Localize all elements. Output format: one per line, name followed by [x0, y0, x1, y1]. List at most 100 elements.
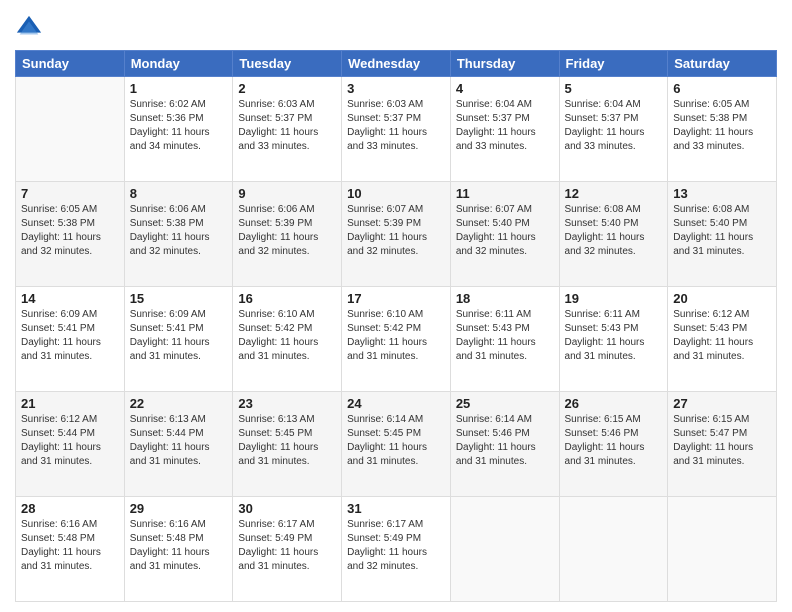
calendar-cell: 4Sunrise: 6:04 AM Sunset: 5:37 PM Daylig… [450, 77, 559, 182]
day-info: Sunrise: 6:08 AM Sunset: 5:40 PM Dayligh… [673, 203, 771, 259]
calendar-header-tuesday: Tuesday [233, 51, 342, 77]
day-number: 29 [130, 501, 228, 516]
day-number: 11 [456, 186, 554, 201]
day-number: 7 [21, 186, 119, 201]
day-info: Sunrise: 6:06 AM Sunset: 5:38 PM Dayligh… [130, 203, 228, 259]
calendar-cell: 5 Sunrise: 6:04 AM Sunset: 5:37 PM Daylig… [559, 77, 668, 182]
day-info: Sunrise: 6:11 AM Sunset: 5:43 PM Dayligh… [456, 308, 554, 364]
calendar-cell: 1 Sunrise: 6:02 AM Sunset: 5:36 PM Daylig… [124, 77, 233, 182]
day-info: Sunrise: 6:16 AM Sunset: 5:48 PM Dayligh… [130, 518, 228, 574]
day-number: 25 [456, 396, 554, 411]
day-info: Sunrise: 6:14 AM Sunset: 5:46 PM Dayligh… [456, 413, 554, 469]
calendar-cell: 23 Sunrise: 6:13 AM Sunset: 5:45 PM Dayli… [233, 392, 342, 497]
calendar-header-row: SundayMondayTuesdayWednesdayThursdayFrid… [16, 51, 777, 77]
day-number: 24 [347, 396, 445, 411]
day-number: 6 [673, 81, 771, 96]
calendar-cell: 12 Sunrise: 6:08 AM Sunset: 5:40 PM Dayli… [559, 182, 668, 287]
day-info: Sunrise: 6:03 AM Sunset: 5:37 PM Dayligh… [238, 98, 336, 154]
calendar-table: SundayMondayTuesdayWednesdayThursdayFrid… [15, 50, 777, 602]
day-info: Sunrise: 6:05 AM Sunset: 5:38 PM Dayligh… [673, 98, 771, 154]
calendar-header-thursday: Thursday [450, 51, 559, 77]
day-info: Sunrise: 6:07 AM Sunset: 5:39 PM Dayligh… [347, 203, 445, 259]
day-number: 16 [238, 291, 336, 306]
day-number: 10 [347, 186, 445, 201]
calendar-cell: 25 Sunrise: 6:14 AM Sunset: 5:46 PM Dayli… [450, 392, 559, 497]
day-info: Sunrise: 6:12 AM Sunset: 5:43 PM Dayligh… [673, 308, 771, 364]
day-number: 20 [673, 291, 771, 306]
calendar-cell: 8 Sunrise: 6:06 AM Sunset: 5:38 PM Daylig… [124, 182, 233, 287]
calendar-cell [450, 497, 559, 602]
calendar-header-monday: Monday [124, 51, 233, 77]
calendar-cell: 29 Sunrise: 6:16 AM Sunset: 5:48 PM Dayli… [124, 497, 233, 602]
calendar-week-row: 14 Sunrise: 6:09 AM Sunset: 5:41 PM Dayli… [16, 287, 777, 392]
calendar-week-row: 1 Sunrise: 6:02 AM Sunset: 5:36 PM Daylig… [16, 77, 777, 182]
calendar-cell: 31 Sunrise: 6:17 AM Sunset: 5:49 PM Dayli… [342, 497, 451, 602]
day-info: Sunrise: 6:06 AM Sunset: 5:39 PM Dayligh… [238, 203, 336, 259]
day-info: Sunrise: 6:05 AM Sunset: 5:38 PM Dayligh… [21, 203, 119, 259]
day-info: Sunrise: 6:17 AM Sunset: 5:49 PM Dayligh… [347, 518, 445, 574]
calendar-cell: 22 Sunrise: 6:13 AM Sunset: 5:44 PM Dayli… [124, 392, 233, 497]
day-number: 8 [130, 186, 228, 201]
calendar-header-sunday: Sunday [16, 51, 125, 77]
day-number: 5 [565, 81, 663, 96]
day-number: 23 [238, 396, 336, 411]
day-info: Sunrise: 6:09 AM Sunset: 5:41 PM Dayligh… [130, 308, 228, 364]
day-number: 17 [347, 291, 445, 306]
day-number: 14 [21, 291, 119, 306]
day-info: Sunrise: 6:13 AM Sunset: 5:44 PM Dayligh… [130, 413, 228, 469]
calendar-week-row: 28Sunrise: 6:16 AM Sunset: 5:48 PM Dayli… [16, 497, 777, 602]
calendar-cell [16, 77, 125, 182]
calendar-cell: 24 Sunrise: 6:14 AM Sunset: 5:45 PM Dayli… [342, 392, 451, 497]
calendar-cell: 20 Sunrise: 6:12 AM Sunset: 5:43 PM Dayli… [668, 287, 777, 392]
day-info: Sunrise: 6:02 AM Sunset: 5:36 PM Dayligh… [130, 98, 228, 154]
day-number: 13 [673, 186, 771, 201]
calendar-cell: 27 Sunrise: 6:15 AM Sunset: 5:47 PM Dayli… [668, 392, 777, 497]
day-info: Sunrise: 6:11 AM Sunset: 5:43 PM Dayligh… [565, 308, 663, 364]
day-info: Sunrise: 6:16 AM Sunset: 5:48 PM Dayligh… [21, 518, 119, 574]
calendar-header-wednesday: Wednesday [342, 51, 451, 77]
day-info: Sunrise: 6:13 AM Sunset: 5:45 PM Dayligh… [238, 413, 336, 469]
calendar-cell: 9Sunrise: 6:06 AM Sunset: 5:39 PM Daylig… [233, 182, 342, 287]
calendar-cell: 18 Sunrise: 6:11 AM Sunset: 5:43 PM Dayli… [450, 287, 559, 392]
logo-icon [15, 14, 43, 42]
calendar-cell: 21 Sunrise: 6:12 AM Sunset: 5:44 PM Dayli… [16, 392, 125, 497]
day-info: Sunrise: 6:17 AM Sunset: 5:49 PM Dayligh… [238, 518, 336, 574]
calendar-cell: 16 Sunrise: 6:10 AM Sunset: 5:42 PM Dayli… [233, 287, 342, 392]
day-info: Sunrise: 6:08 AM Sunset: 5:40 PM Dayligh… [565, 203, 663, 259]
calendar-cell: 14 Sunrise: 6:09 AM Sunset: 5:41 PM Dayli… [16, 287, 125, 392]
calendar-cell: 13 Sunrise: 6:08 AM Sunset: 5:40 PM Dayli… [668, 182, 777, 287]
calendar-cell: 11Sunrise: 6:07 AM Sunset: 5:40 PM Dayli… [450, 182, 559, 287]
day-number: 1 [130, 81, 228, 96]
day-number: 31 [347, 501, 445, 516]
day-info: Sunrise: 6:10 AM Sunset: 5:42 PM Dayligh… [347, 308, 445, 364]
day-info: Sunrise: 6:03 AM Sunset: 5:37 PM Dayligh… [347, 98, 445, 154]
calendar-cell: 28Sunrise: 6:16 AM Sunset: 5:48 PM Dayli… [16, 497, 125, 602]
day-number: 15 [130, 291, 228, 306]
calendar-cell: 2Sunrise: 6:03 AM Sunset: 5:37 PM Daylig… [233, 77, 342, 182]
day-number: 12 [565, 186, 663, 201]
calendar-cell: 15 Sunrise: 6:09 AM Sunset: 5:41 PM Dayli… [124, 287, 233, 392]
day-number: 21 [21, 396, 119, 411]
day-info: Sunrise: 6:09 AM Sunset: 5:41 PM Dayligh… [21, 308, 119, 364]
day-info: Sunrise: 6:04 AM Sunset: 5:37 PM Dayligh… [565, 98, 663, 154]
day-number: 3 [347, 81, 445, 96]
day-info: Sunrise: 6:12 AM Sunset: 5:44 PM Dayligh… [21, 413, 119, 469]
day-info: Sunrise: 6:04 AM Sunset: 5:37 PM Dayligh… [456, 98, 554, 154]
calendar-cell: 6 Sunrise: 6:05 AM Sunset: 5:38 PM Daylig… [668, 77, 777, 182]
day-number: 30 [238, 501, 336, 516]
calendar-cell: 10 Sunrise: 6:07 AM Sunset: 5:39 PM Dayli… [342, 182, 451, 287]
calendar-header-friday: Friday [559, 51, 668, 77]
day-info: Sunrise: 6:15 AM Sunset: 5:46 PM Dayligh… [565, 413, 663, 469]
day-number: 19 [565, 291, 663, 306]
calendar-header-saturday: Saturday [668, 51, 777, 77]
day-info: Sunrise: 6:14 AM Sunset: 5:45 PM Dayligh… [347, 413, 445, 469]
day-info: Sunrise: 6:15 AM Sunset: 5:47 PM Dayligh… [673, 413, 771, 469]
calendar-cell: 26 Sunrise: 6:15 AM Sunset: 5:46 PM Dayli… [559, 392, 668, 497]
day-info: Sunrise: 6:10 AM Sunset: 5:42 PM Dayligh… [238, 308, 336, 364]
day-number: 27 [673, 396, 771, 411]
day-number: 18 [456, 291, 554, 306]
day-number: 22 [130, 396, 228, 411]
calendar-cell: 17 Sunrise: 6:10 AM Sunset: 5:42 PM Dayli… [342, 287, 451, 392]
day-number: 26 [565, 396, 663, 411]
calendar-cell: 19 Sunrise: 6:11 AM Sunset: 5:43 PM Dayli… [559, 287, 668, 392]
